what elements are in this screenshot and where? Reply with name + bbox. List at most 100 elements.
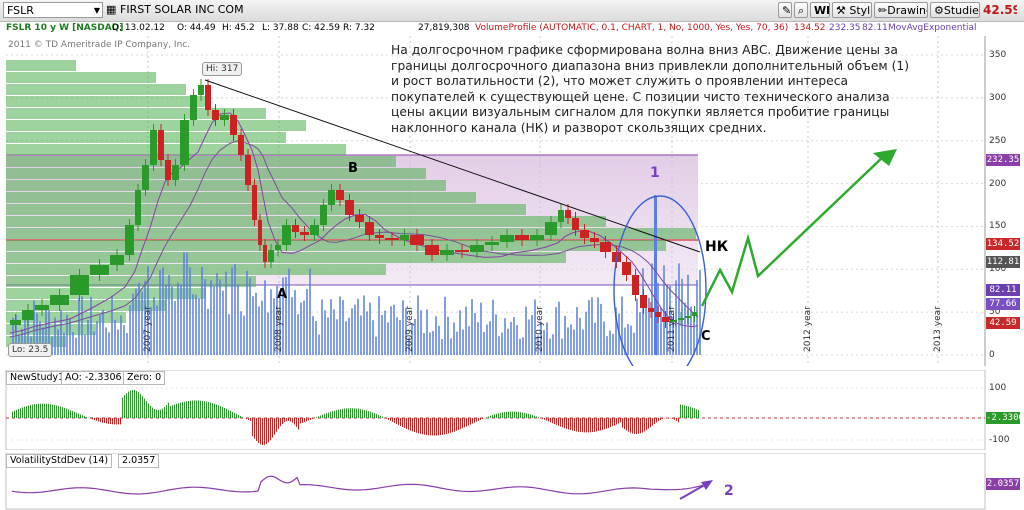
ao-bar (544, 418, 545, 420)
profile-bar (6, 264, 386, 275)
ao-bar (338, 409, 339, 418)
volume-bar (327, 317, 329, 355)
ao-bar (34, 404, 35, 418)
volume-bar (438, 325, 440, 355)
volume-bar (225, 271, 227, 355)
volume-bar (546, 322, 548, 355)
volume-bar (519, 338, 521, 355)
volume-bar (306, 288, 308, 355)
year-label: 2008 year (274, 306, 284, 352)
candle-body (580, 230, 589, 238)
ao-bar (250, 418, 251, 421)
volume-bar (630, 325, 632, 355)
volume-bar (426, 309, 428, 355)
candle-body (455, 250, 469, 252)
ao-bar (100, 418, 101, 423)
ao-bar (472, 418, 473, 424)
profile-bar (6, 240, 666, 251)
grid-icon[interactable]: ▦ (106, 2, 118, 18)
ao-study-name: NewStudy1 (10, 372, 65, 383)
ao-bar (318, 416, 319, 418)
volume-bar (576, 307, 578, 355)
ao-bar (218, 405, 219, 418)
volume-bar (351, 308, 353, 355)
ao-bar (44, 403, 45, 418)
info-ma: MovAvgExponential (888, 23, 977, 33)
ao-bar (422, 418, 423, 435)
volume-bar (321, 299, 323, 355)
ao-bar (138, 392, 139, 418)
volume-bar (132, 293, 134, 355)
ao-bar (122, 397, 123, 418)
volume-bar (648, 297, 650, 355)
volume-bar (261, 300, 263, 355)
ao-bar (518, 411, 519, 418)
volume-bar (66, 314, 68, 355)
volatility-study-label[interactable]: VolatilityStdDev (14) (6, 454, 113, 468)
timeframe-button[interactable]: Wk (810, 2, 830, 18)
profile-bar (6, 72, 156, 83)
volume-bar (447, 316, 449, 355)
chevron-down-icon[interactable]: ▼ (94, 3, 100, 17)
ao-bar (248, 418, 249, 421)
volume-bar (210, 280, 212, 355)
tools-icon[interactable]: ✎ (778, 2, 792, 18)
volume-bar (63, 332, 65, 355)
ao-bar (178, 403, 179, 418)
candle-body (252, 185, 257, 220)
style-button[interactable]: ⚒ Style (832, 2, 872, 18)
candle-body (110, 255, 124, 265)
ao-bar (154, 408, 155, 418)
ao-bar (646, 418, 647, 431)
ao-bar (84, 416, 85, 418)
candle-body (692, 312, 697, 316)
volume-bar (522, 337, 524, 355)
ao-tick-label: 100 (989, 383, 1007, 393)
volume-bar (240, 311, 242, 355)
volume-bar (216, 273, 218, 355)
ao-bar (614, 418, 615, 426)
ao-bar (296, 418, 297, 427)
ao-bar (340, 409, 341, 418)
drawings-button[interactable]: ✏Drawings (874, 2, 928, 18)
ao-bar (438, 418, 439, 436)
ao-bar (334, 410, 335, 418)
symbol-input[interactable]: FSLR ▼ (3, 2, 103, 18)
chart-title: FSLR 10 y W [NASDAQ] (6, 23, 124, 33)
price-tick-label: 300 (989, 92, 1007, 103)
volume-bar (129, 305, 131, 355)
candle-body (565, 210, 571, 218)
volume-bar (105, 327, 107, 355)
ao-bar (588, 418, 589, 433)
ao-bar (326, 413, 327, 418)
volume-bar (510, 321, 512, 355)
drawings-label: Drawings (887, 4, 927, 17)
volume-bar (213, 286, 215, 355)
ao-bar (184, 401, 185, 418)
ao-bar (382, 416, 383, 418)
volume-bar (393, 304, 395, 355)
volume-bar (252, 296, 254, 355)
volume-bar (600, 303, 602, 355)
chart-info-bar: FSLR 10 y W [NASDAQ] D: 13.02.12 O: 44.4… (0, 22, 985, 35)
ao-bar (496, 413, 497, 418)
ao-bar (378, 414, 379, 418)
ao-bar (278, 418, 279, 429)
volume-bar (678, 263, 680, 355)
ao-bar (92, 418, 93, 420)
volume-bar (93, 331, 95, 355)
ao-study-label[interactable]: NewStudy1 (6, 371, 69, 385)
ao-bar (62, 407, 63, 418)
price-badge: 232.35 (986, 154, 1020, 166)
ao-bar (626, 418, 627, 431)
zoom-icon[interactable]: ⌕ (794, 2, 808, 18)
ao-bar (72, 410, 73, 418)
ao-bar (352, 408, 353, 418)
volume-bar (504, 318, 506, 355)
studies-button[interactable]: ⚙Studies (930, 2, 980, 18)
ao-bar (686, 405, 687, 418)
candle-body (336, 190, 344, 200)
ao-bar (502, 412, 503, 418)
candle-body (355, 215, 364, 222)
ao-bar (474, 418, 475, 423)
